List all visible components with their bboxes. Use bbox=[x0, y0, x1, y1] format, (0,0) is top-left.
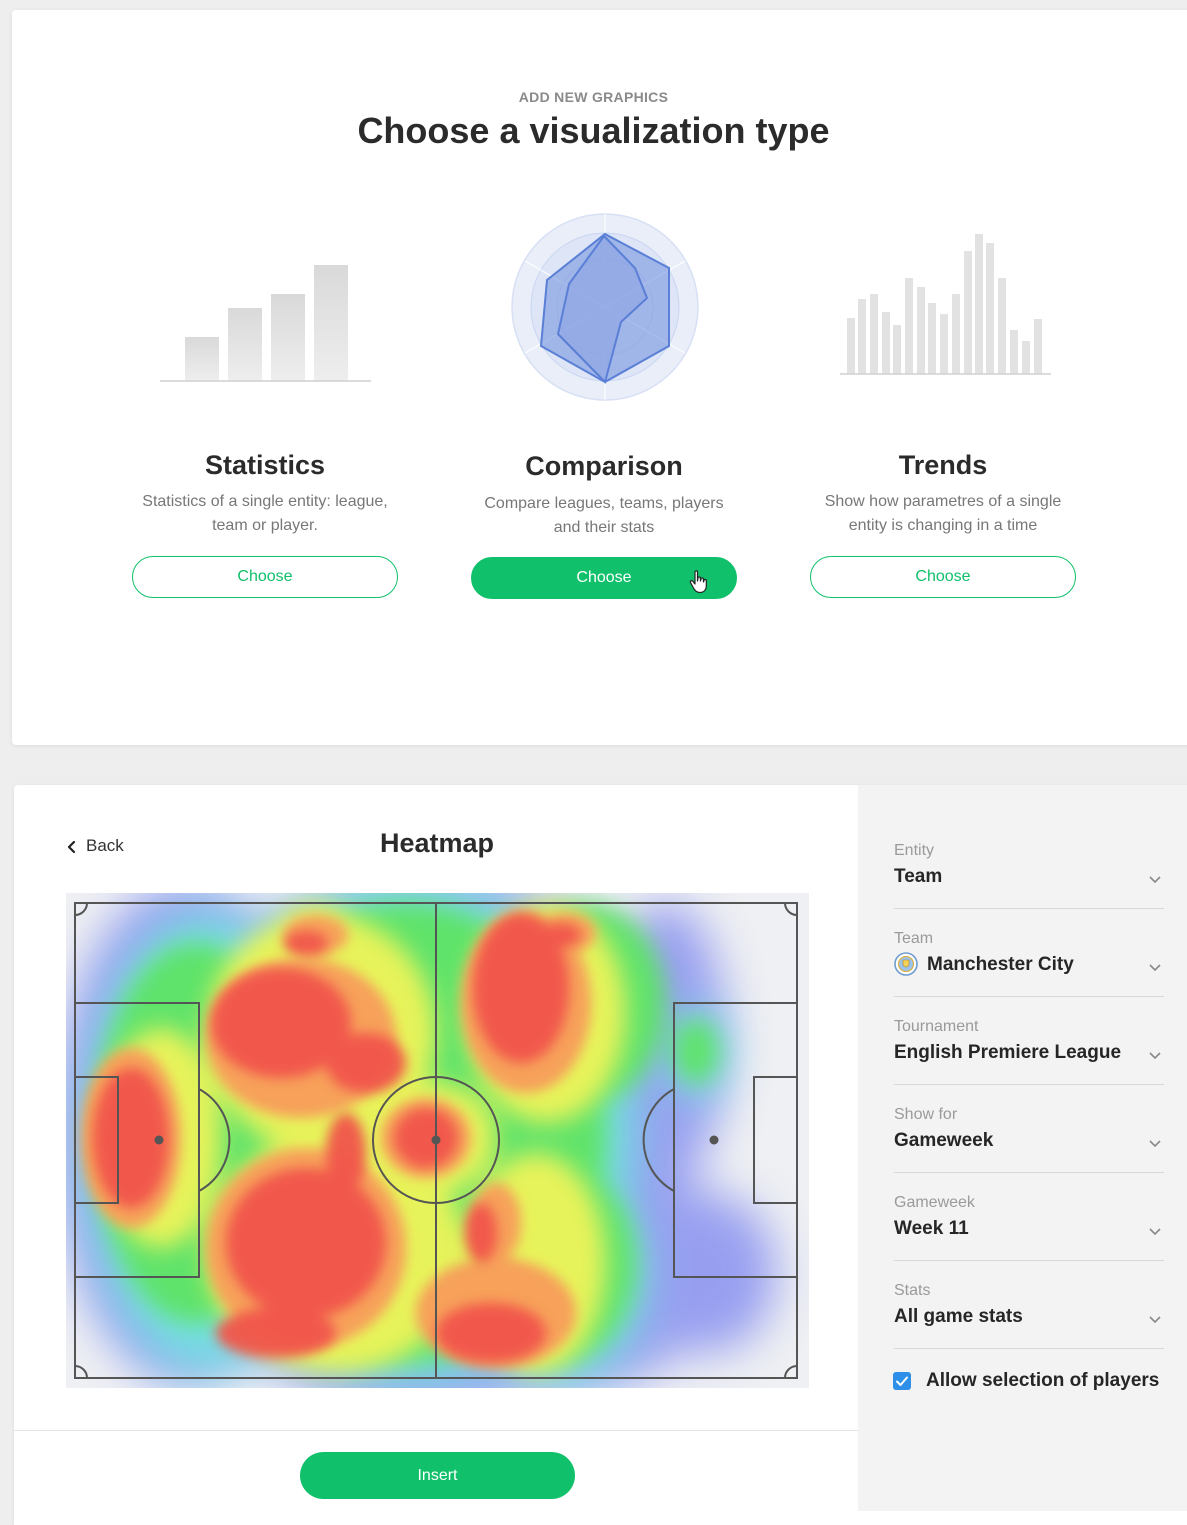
team-select[interactable]: Team Manchester City bbox=[894, 930, 1164, 997]
field-label: Team bbox=[894, 930, 934, 947]
option-desc-trends: Show how parametres of a single entity i… bbox=[800, 490, 1086, 538]
field-label: Show for bbox=[894, 1106, 958, 1123]
chevron-down-icon bbox=[1149, 1228, 1161, 1236]
field-value: English Premiere League bbox=[894, 1042, 1122, 1063]
heatmap-canvas bbox=[66, 893, 809, 1388]
allow-selection-checkbox-row[interactable]: Allow selection of players bbox=[893, 1369, 1183, 1393]
gameweek-select[interactable]: Gameweek Week 11 bbox=[894, 1194, 1164, 1261]
field-value: Manchester City bbox=[927, 954, 1074, 975]
tournament-select[interactable]: Tournament English Premiere League bbox=[894, 1018, 1164, 1085]
chevron-down-icon bbox=[1149, 1316, 1161, 1324]
back-button[interactable]: Back bbox=[64, 835, 124, 857]
choose-statistics-button[interactable]: Choose bbox=[132, 556, 398, 598]
field-label: Tournament bbox=[894, 1018, 979, 1035]
chevron-down-icon bbox=[1149, 964, 1161, 972]
desc-line: team or player. bbox=[212, 517, 318, 534]
option-title-statistics: Statistics bbox=[204, 450, 326, 480]
desc-line: Compare leagues, teams, players bbox=[484, 495, 724, 512]
chevron-left-icon bbox=[67, 840, 76, 853]
entity-select[interactable]: Entity Team bbox=[894, 842, 1164, 909]
stats-select[interactable]: Stats All game stats bbox=[894, 1282, 1164, 1349]
footer-divider bbox=[14, 1430, 858, 1431]
hand-cursor-icon bbox=[689, 570, 707, 594]
trend-bars-icon bbox=[840, 234, 1051, 375]
desc-line: Statistics of a single entity: league, bbox=[142, 493, 388, 510]
chevron-down-icon bbox=[1149, 1140, 1161, 1148]
field-value: Gameweek bbox=[894, 1130, 994, 1151]
back-label: Back bbox=[86, 836, 124, 855]
allow-selection-label: Allow selection of players bbox=[926, 1370, 1160, 1391]
chevron-down-icon bbox=[1149, 1052, 1161, 1060]
field-label: Gameweek bbox=[894, 1194, 975, 1211]
field-value: Team bbox=[894, 866, 943, 887]
field-value: All game stats bbox=[894, 1306, 1023, 1327]
option-desc-statistics: Statistics of a single entity: league, t… bbox=[122, 490, 408, 538]
team-crest-icon bbox=[894, 952, 918, 976]
field-label: Entity bbox=[894, 842, 935, 859]
allow-selection-checkbox[interactable] bbox=[893, 1372, 911, 1390]
field-label: Stats bbox=[894, 1282, 931, 1299]
option-title-trends: Trends bbox=[898, 450, 988, 480]
desc-line: entity is changing in a time bbox=[848, 517, 1038, 534]
show-for-select[interactable]: Show for Gameweek bbox=[894, 1106, 1164, 1173]
radar-chart-icon bbox=[511, 213, 699, 401]
desc-line: Show how parametres of a single bbox=[824, 493, 1062, 510]
option-trends: Trends Show how parametres of a single e… bbox=[810, 0, 1076, 620]
bar-chart-icon bbox=[160, 265, 371, 382]
option-comparison: Comparison Compare leagues, teams, playe… bbox=[471, 0, 737, 620]
heatmap-title: Heatmap bbox=[379, 828, 495, 858]
checkmark-icon bbox=[896, 1376, 908, 1386]
insert-button[interactable]: Insert bbox=[300, 1452, 575, 1499]
field-value: Week 11 bbox=[894, 1218, 969, 1239]
desc-line: and their stats bbox=[553, 519, 655, 536]
chevron-down-icon bbox=[1149, 876, 1161, 884]
option-statistics: Statistics Statistics of a single entity… bbox=[132, 0, 398, 620]
option-title-comparison: Comparison bbox=[525, 451, 683, 481]
heatmap-pitch bbox=[66, 893, 809, 1388]
choose-trends-button[interactable]: Choose bbox=[810, 556, 1076, 598]
option-desc-comparison: Compare leagues, teams, players and thei… bbox=[461, 492, 747, 540]
